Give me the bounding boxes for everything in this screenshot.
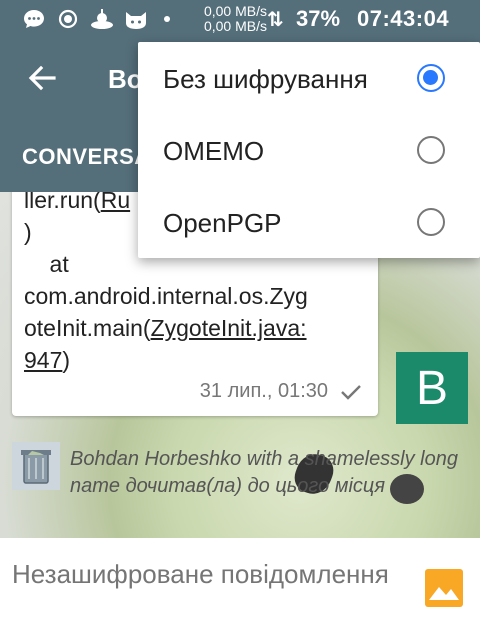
network-speed: 0,00 MB/s 0,00 MB/s [203,3,267,34]
encryption-menu: Без шифрування OMEMO OpenPGP [138,42,480,258]
menu-item-label: Без шифрування [163,64,368,94]
message-link[interactable]: 947 [24,347,62,373]
battery-level: 37% [296,6,341,31]
arrow-left-icon[interactable] [24,60,60,96]
menu-item-label: OMEMO [163,136,265,166]
check-icon [340,383,362,401]
dot-icon [164,16,170,22]
status-bar: 0,00 MB/s 0,00 MB/s ⇅ 37% 07:43:04 [0,0,480,38]
data-arrows-icon: ⇅ [267,9,284,31]
message-input[interactable] [12,556,392,628]
menu-item-openpgp[interactable]: OpenPGP [138,186,480,258]
clock: 07:43:04 [357,6,450,31]
radio-button[interactable] [417,136,445,164]
input-bar [0,538,480,640]
read-marker-text: Bohdan Horbeshko with a shamelessly long… [70,448,458,497]
image-icon[interactable] [424,568,464,608]
chat-bubble-icon [22,7,46,31]
tab-conversation[interactable]: CONVERSATION [22,144,142,170]
avatar[interactable]: B [396,352,468,424]
message-meta: 31 лип., 01:30 [200,380,362,403]
alien-icon [90,7,114,31]
cat-icon [124,7,148,31]
radio-button[interactable] [417,208,445,236]
status-icons [22,7,170,31]
message-link[interactable]: Ru [101,192,130,213]
menu-item-omemo[interactable]: OMEMO [138,114,480,186]
trash-can-icon [12,442,60,490]
message-link[interactable]: ZygoteInit.java: [151,315,307,341]
message-timestamp: 31 лип., 01:30 [199,380,328,402]
menu-item-label: OpenPGP [163,208,282,238]
record-icon [56,7,80,31]
menu-item-no-encryption[interactable]: Без шифрування [138,42,480,114]
radio-button[interactable] [417,64,445,92]
